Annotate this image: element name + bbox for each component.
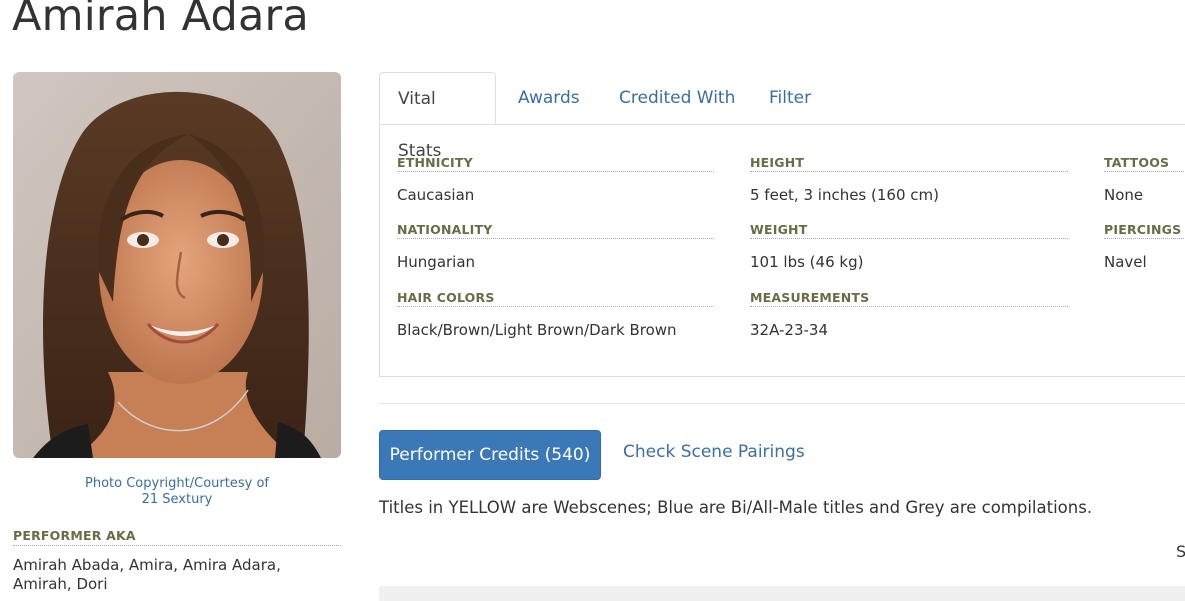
weight-label: WEIGHT [750,222,1068,239]
photo-credit-line2[interactable]: 21 Sextury [13,492,341,508]
credits-table-header [379,586,1185,601]
nationality-label: NATIONALITY [397,222,714,239]
weight-value: 101 lbs (46 kg) [750,253,864,271]
photo-credit-line1[interactable]: Photo Copyright/Courtesy of [13,476,341,492]
page-title: Amirah Adara [12,0,309,41]
hair-colors-value: Black/Brown/Light Brown/Dark Brown [397,321,677,339]
tab-awards[interactable]: Awards [518,72,580,124]
tab-credited-with[interactable]: Credited With [619,72,735,124]
tattoos-value: None [1104,186,1144,204]
tattoos-label: TATTOOS [1104,155,1185,172]
hair-colors-label: HAIR COLORS [397,290,714,307]
height-label: HEIGHT [750,155,1068,172]
tab-vital-stats[interactable]: Vital Stats [379,72,496,161]
performer-credits-button[interactable]: Performer Credits (540) [379,430,601,480]
height-value: 5 feet, 3 inches (160 cm) [750,186,939,204]
measurements-value: 32A-23-34 [750,321,829,339]
profile-tabs: Vital Stats Awards Credited With Filter [379,72,1185,161]
ethnicity-value: Caucasian [397,186,475,204]
photo-credit[interactable]: Photo Copyright/Courtesy of 21 Sextury [13,476,341,508]
tab-filter[interactable]: Filter [769,72,811,124]
nationality-value: Hungarian [397,253,476,271]
measurements-label: MEASUREMENTS [750,290,1068,307]
titles-color-legend: Titles in YELLOW are Webscenes; Blue are… [379,498,1093,517]
truncated-text: S [1176,542,1185,561]
vital-stats-panel: ETHNICITY Caucasian NATIONALITY Hungaria… [379,124,1185,377]
check-scene-pairings-link[interactable]: Check Scene Pairings [623,442,805,462]
performer-headshot[interactable] [13,72,341,458]
section-divider [379,403,1185,404]
piercings-value: Navel [1104,253,1147,271]
ethnicity-label: ETHNICITY [397,155,714,172]
headshot-image [13,72,341,458]
performer-aka-label: PERFORMER AKA [13,528,341,546]
piercings-label: PIERCINGS [1104,222,1185,239]
performer-aka-value: Amirah Abada, Amira, Amira Adara, Amirah… [13,556,281,593]
